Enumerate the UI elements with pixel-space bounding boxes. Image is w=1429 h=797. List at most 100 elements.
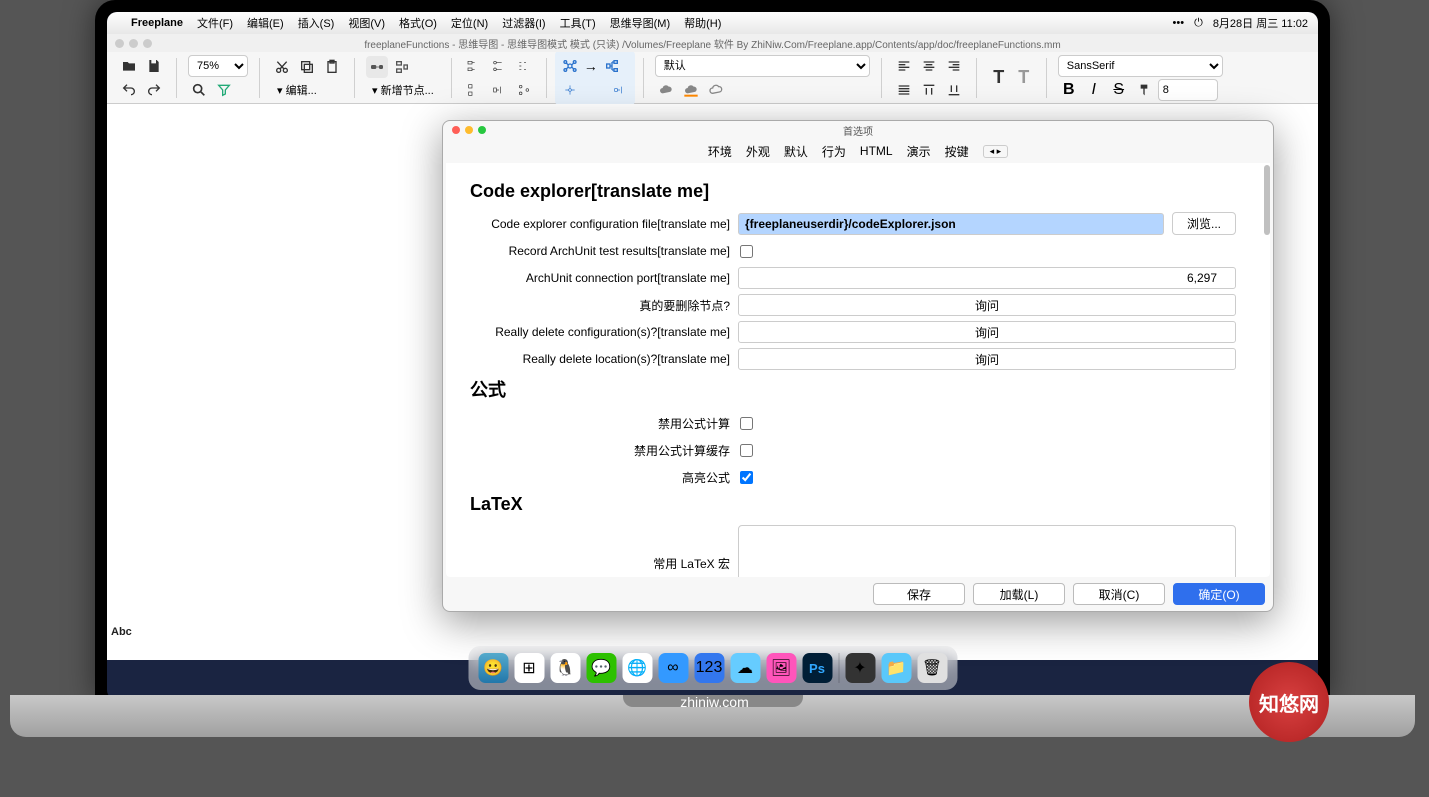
- dialog-close-icon[interactable]: [452, 126, 460, 134]
- chrome-icon[interactable]: 🌐: [622, 653, 652, 683]
- icloud-icon[interactable]: ☁: [730, 653, 760, 683]
- delete-loc-select[interactable]: 询问: [738, 348, 1236, 370]
- redo-icon[interactable]: [143, 79, 165, 101]
- menubar-date: 8月28日 周三 11:02: [1213, 15, 1308, 31]
- save-icon[interactable]: [143, 55, 165, 77]
- italic-icon[interactable]: I: [1083, 79, 1105, 101]
- delete-config-select[interactable]: 询问: [738, 321, 1236, 343]
- menu-filter[interactable]: 过滤器(I): [502, 15, 545, 31]
- tab-keys[interactable]: 按键: [945, 143, 969, 160]
- arch-port-input[interactable]: [738, 267, 1236, 289]
- downloads-icon[interactable]: 📁: [881, 653, 911, 683]
- app-icon[interactable]: ✦: [845, 653, 875, 683]
- tab-presentation[interactable]: 演示: [907, 143, 931, 160]
- dialog-minimize-icon[interactable]: [465, 126, 473, 134]
- font-size-input[interactable]: [1158, 79, 1218, 101]
- cut-icon[interactable]: [271, 56, 293, 78]
- disable-calc-checkbox[interactable]: [740, 417, 753, 430]
- maximize-icon[interactable]: [143, 39, 152, 48]
- qq-icon[interactable]: 🐧: [550, 653, 580, 683]
- edit-dropdown[interactable]: ▾ 编辑...: [271, 80, 343, 100]
- align-right-icon[interactable]: [943, 55, 965, 77]
- dialog-scrollbar[interactable]: [1264, 165, 1270, 235]
- tab-defaults[interactable]: 默认: [784, 143, 808, 160]
- finder-icon[interactable]: 😀: [478, 653, 508, 683]
- photos-icon[interactable]: 🖼: [766, 653, 796, 683]
- tab-html[interactable]: HTML: [860, 144, 893, 158]
- add-child-icon[interactable]: [366, 56, 388, 78]
- search-icon[interactable]: [188, 79, 210, 101]
- text-color-icon[interactable]: T: [988, 67, 1010, 89]
- zoom-select[interactable]: 75%: [188, 55, 248, 77]
- minimize-icon[interactable]: [129, 39, 138, 48]
- align-center-icon[interactable]: [918, 55, 940, 77]
- photoshop-icon[interactable]: Ps: [802, 653, 832, 683]
- brand-text: zhiniw.com: [680, 694, 748, 710]
- align-top-icon[interactable]: [918, 79, 940, 101]
- tab-behavior[interactable]: 行为: [822, 143, 846, 160]
- branch2-icon[interactable]: [609, 79, 631, 101]
- config-file-input[interactable]: [738, 213, 1164, 235]
- open-icon[interactable]: [118, 55, 140, 77]
- wechat-icon[interactable]: 💬: [586, 653, 616, 683]
- mindmap-icon[interactable]: [559, 55, 581, 77]
- menu-insert[interactable]: 插入(S): [298, 15, 335, 31]
- app-name[interactable]: Freeplane: [131, 17, 183, 29]
- disable-cache-checkbox[interactable]: [740, 444, 753, 457]
- layout5-icon[interactable]: [488, 79, 510, 101]
- layout3-icon[interactable]: [513, 55, 535, 77]
- menubar-switch-icon[interactable]: ⏻: [1194, 17, 1203, 30]
- dialog-maximize-icon[interactable]: [478, 126, 486, 134]
- layout2-icon[interactable]: [488, 55, 510, 77]
- filter-icon[interactable]: [213, 79, 235, 101]
- tree-icon[interactable]: [601, 55, 623, 77]
- cloud-style-icon[interactable]: [705, 79, 727, 101]
- close-icon[interactable]: [115, 39, 124, 48]
- new-node-dropdown[interactable]: ▾ 新增节点...: [366, 80, 440, 100]
- text-style-icon[interactable]: T: [1013, 67, 1035, 89]
- copy-icon[interactable]: [296, 56, 318, 78]
- tab-scroll-icon[interactable]: ◂ ▸: [983, 145, 1009, 158]
- delete-node-select[interactable]: 询问: [738, 294, 1236, 316]
- menu-view[interactable]: 视图(V): [348, 15, 385, 31]
- ok-button[interactable]: 确定(O): [1173, 583, 1265, 605]
- paint-icon[interactable]: [1133, 79, 1155, 101]
- layout1-icon[interactable]: [463, 55, 485, 77]
- align-left-icon[interactable]: [893, 55, 915, 77]
- align-justify-icon[interactable]: [893, 79, 915, 101]
- launchpad-icon[interactable]: ⊞: [514, 653, 544, 683]
- menu-format[interactable]: 格式(O): [399, 15, 437, 31]
- menu-tools[interactable]: 工具(T): [560, 15, 596, 31]
- cancel-button[interactable]: 取消(C): [1073, 583, 1165, 605]
- menubar-dots-icon[interactable]: •••: [1173, 17, 1185, 29]
- menu-file[interactable]: 文件(F): [197, 15, 233, 31]
- record-arch-checkbox[interactable]: [740, 245, 753, 258]
- menu-edit[interactable]: 编辑(E): [247, 15, 284, 31]
- layout6-icon[interactable]: [513, 79, 535, 101]
- menu-mindmap[interactable]: 思维导图(M): [610, 15, 671, 31]
- bold-icon[interactable]: B: [1058, 79, 1080, 101]
- strike-icon[interactable]: S: [1108, 79, 1130, 101]
- branch1-icon[interactable]: [559, 79, 581, 101]
- style-select[interactable]: 默认: [655, 55, 870, 77]
- tab-appearance[interactable]: 外观: [746, 143, 770, 160]
- cloud-app-icon[interactable]: ∞: [658, 653, 688, 683]
- font-select[interactable]: SansSerif: [1058, 55, 1223, 77]
- align-bottom-icon[interactable]: [943, 79, 965, 101]
- add-sibling-icon[interactable]: [391, 56, 413, 78]
- menu-help[interactable]: 帮助(H): [684, 15, 721, 31]
- layout4-icon[interactable]: [463, 79, 485, 101]
- trash-icon[interactable]: 🗑: [917, 653, 947, 683]
- browse-button[interactable]: 浏览...: [1172, 212, 1236, 235]
- load-button[interactable]: 加载(L): [973, 583, 1065, 605]
- numbers-icon[interactable]: 123: [694, 653, 724, 683]
- cloud-icon[interactable]: [655, 79, 677, 101]
- highlight-checkbox[interactable]: [740, 471, 753, 484]
- save-button[interactable]: 保存: [873, 583, 965, 605]
- cloud-color-icon[interactable]: [680, 79, 702, 101]
- tab-environment[interactable]: 环境: [708, 143, 732, 160]
- latex-macro-textarea[interactable]: [738, 525, 1236, 577]
- paste-icon[interactable]: [321, 56, 343, 78]
- undo-icon[interactable]: [118, 79, 140, 101]
- menu-navigate[interactable]: 定位(N): [451, 15, 488, 31]
